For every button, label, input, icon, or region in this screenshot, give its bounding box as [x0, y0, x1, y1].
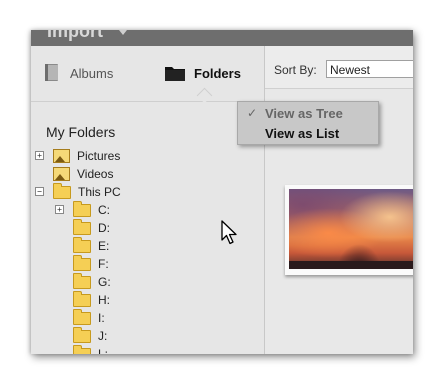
tree-item-label: D:	[98, 221, 110, 235]
folder-icon	[73, 200, 91, 217]
tree-item-label: This PC	[78, 185, 121, 199]
title-bar: Import	[31, 30, 413, 46]
source-tabs: Albums Folders	[31, 46, 264, 104]
import-window: Import Albums Folders My Folders + Pictu…	[31, 30, 413, 354]
tree-item-drive-g[interactable]: G:	[73, 272, 111, 291]
sort-dropdown[interactable]: Newest	[326, 60, 413, 78]
pictures-folder-icon	[53, 149, 70, 163]
tree-item-label: J:	[98, 329, 108, 343]
tree-item-label: Videos	[77, 167, 114, 181]
tab-folders-label: Folders	[194, 65, 241, 81]
folder-icon	[73, 290, 91, 307]
tree-item-label: E:	[98, 239, 110, 253]
view-mode-menu: ✓ View as Tree View as List	[237, 101, 379, 145]
collapse-icon[interactable]: −	[35, 187, 44, 196]
folder-icon	[73, 254, 91, 271]
tree-item-drive-f[interactable]: F:	[73, 254, 109, 273]
folder-icon	[73, 218, 91, 235]
folder-icon	[73, 344, 91, 354]
folders-pane: Albums Folders My Folders + Pictures Vid…	[31, 46, 264, 354]
tab-folders[interactable]: Folders	[164, 61, 241, 85]
folder-icon	[73, 272, 91, 289]
sort-bar: Sort By: Newest	[265, 46, 413, 89]
folder-icon	[73, 326, 91, 343]
tree-item-label: H:	[98, 293, 110, 307]
albums-icon	[45, 64, 58, 81]
menu-item-view-as-list[interactable]: View as List	[238, 123, 378, 143]
menu-item-view-as-tree[interactable]: ✓ View as Tree	[238, 103, 378, 123]
tree-item-drive-i[interactable]: I:	[73, 308, 105, 327]
checkmark-icon: ✓	[247, 106, 258, 120]
tab-albums[interactable]: Albums	[44, 61, 113, 85]
folders-icon	[165, 67, 185, 81]
tree-item-this-pc[interactable]: − This PC	[35, 182, 121, 201]
tree-item-drive-j[interactable]: J:	[73, 326, 108, 345]
menu-item-label: View as Tree	[265, 106, 343, 121]
tree-item-drive-c[interactable]: + C:	[55, 200, 110, 219]
folder-icon	[53, 182, 71, 199]
videos-folder-icon	[53, 167, 70, 181]
folder-icon	[73, 308, 91, 325]
active-tab-pointer	[196, 87, 213, 104]
menu-item-label: View as List	[265, 126, 340, 141]
mouse-pointer-icon	[221, 220, 237, 245]
photo-thumbnail[interactable]	[285, 185, 413, 275]
photo-horizon	[289, 261, 413, 269]
tree-item-label: L:	[98, 347, 109, 354]
folder-tree-heading: My Folders	[46, 124, 116, 140]
tree-item-label: G:	[98, 275, 111, 289]
tree-item-drive-h[interactable]: H:	[73, 290, 110, 309]
expand-icon[interactable]: +	[35, 151, 44, 160]
tree-item-drive-e[interactable]: E:	[73, 236, 110, 255]
title-dropdown-icon[interactable]	[119, 30, 127, 35]
tab-albums-label: Albums	[70, 65, 114, 81]
media-pane: Sort By: Newest	[265, 46, 413, 354]
tree-item-label: I:	[98, 311, 105, 325]
tree-item-pictures[interactable]: + Pictures	[35, 147, 121, 165]
expand-icon[interactable]: +	[55, 205, 64, 214]
tree-item-label: F:	[98, 257, 109, 271]
sort-label: Sort By:	[274, 63, 317, 77]
tree-item-label: Pictures	[77, 149, 121, 163]
tree-item-drive-l[interactable]: L:	[73, 344, 109, 354]
tree-item-videos[interactable]: Videos	[53, 165, 113, 183]
folder-icon	[73, 236, 91, 253]
tree-item-drive-d[interactable]: D:	[73, 218, 110, 237]
sunset-photo	[289, 189, 413, 269]
window-title: Import	[47, 30, 103, 41]
tree-item-label: C:	[98, 203, 110, 217]
